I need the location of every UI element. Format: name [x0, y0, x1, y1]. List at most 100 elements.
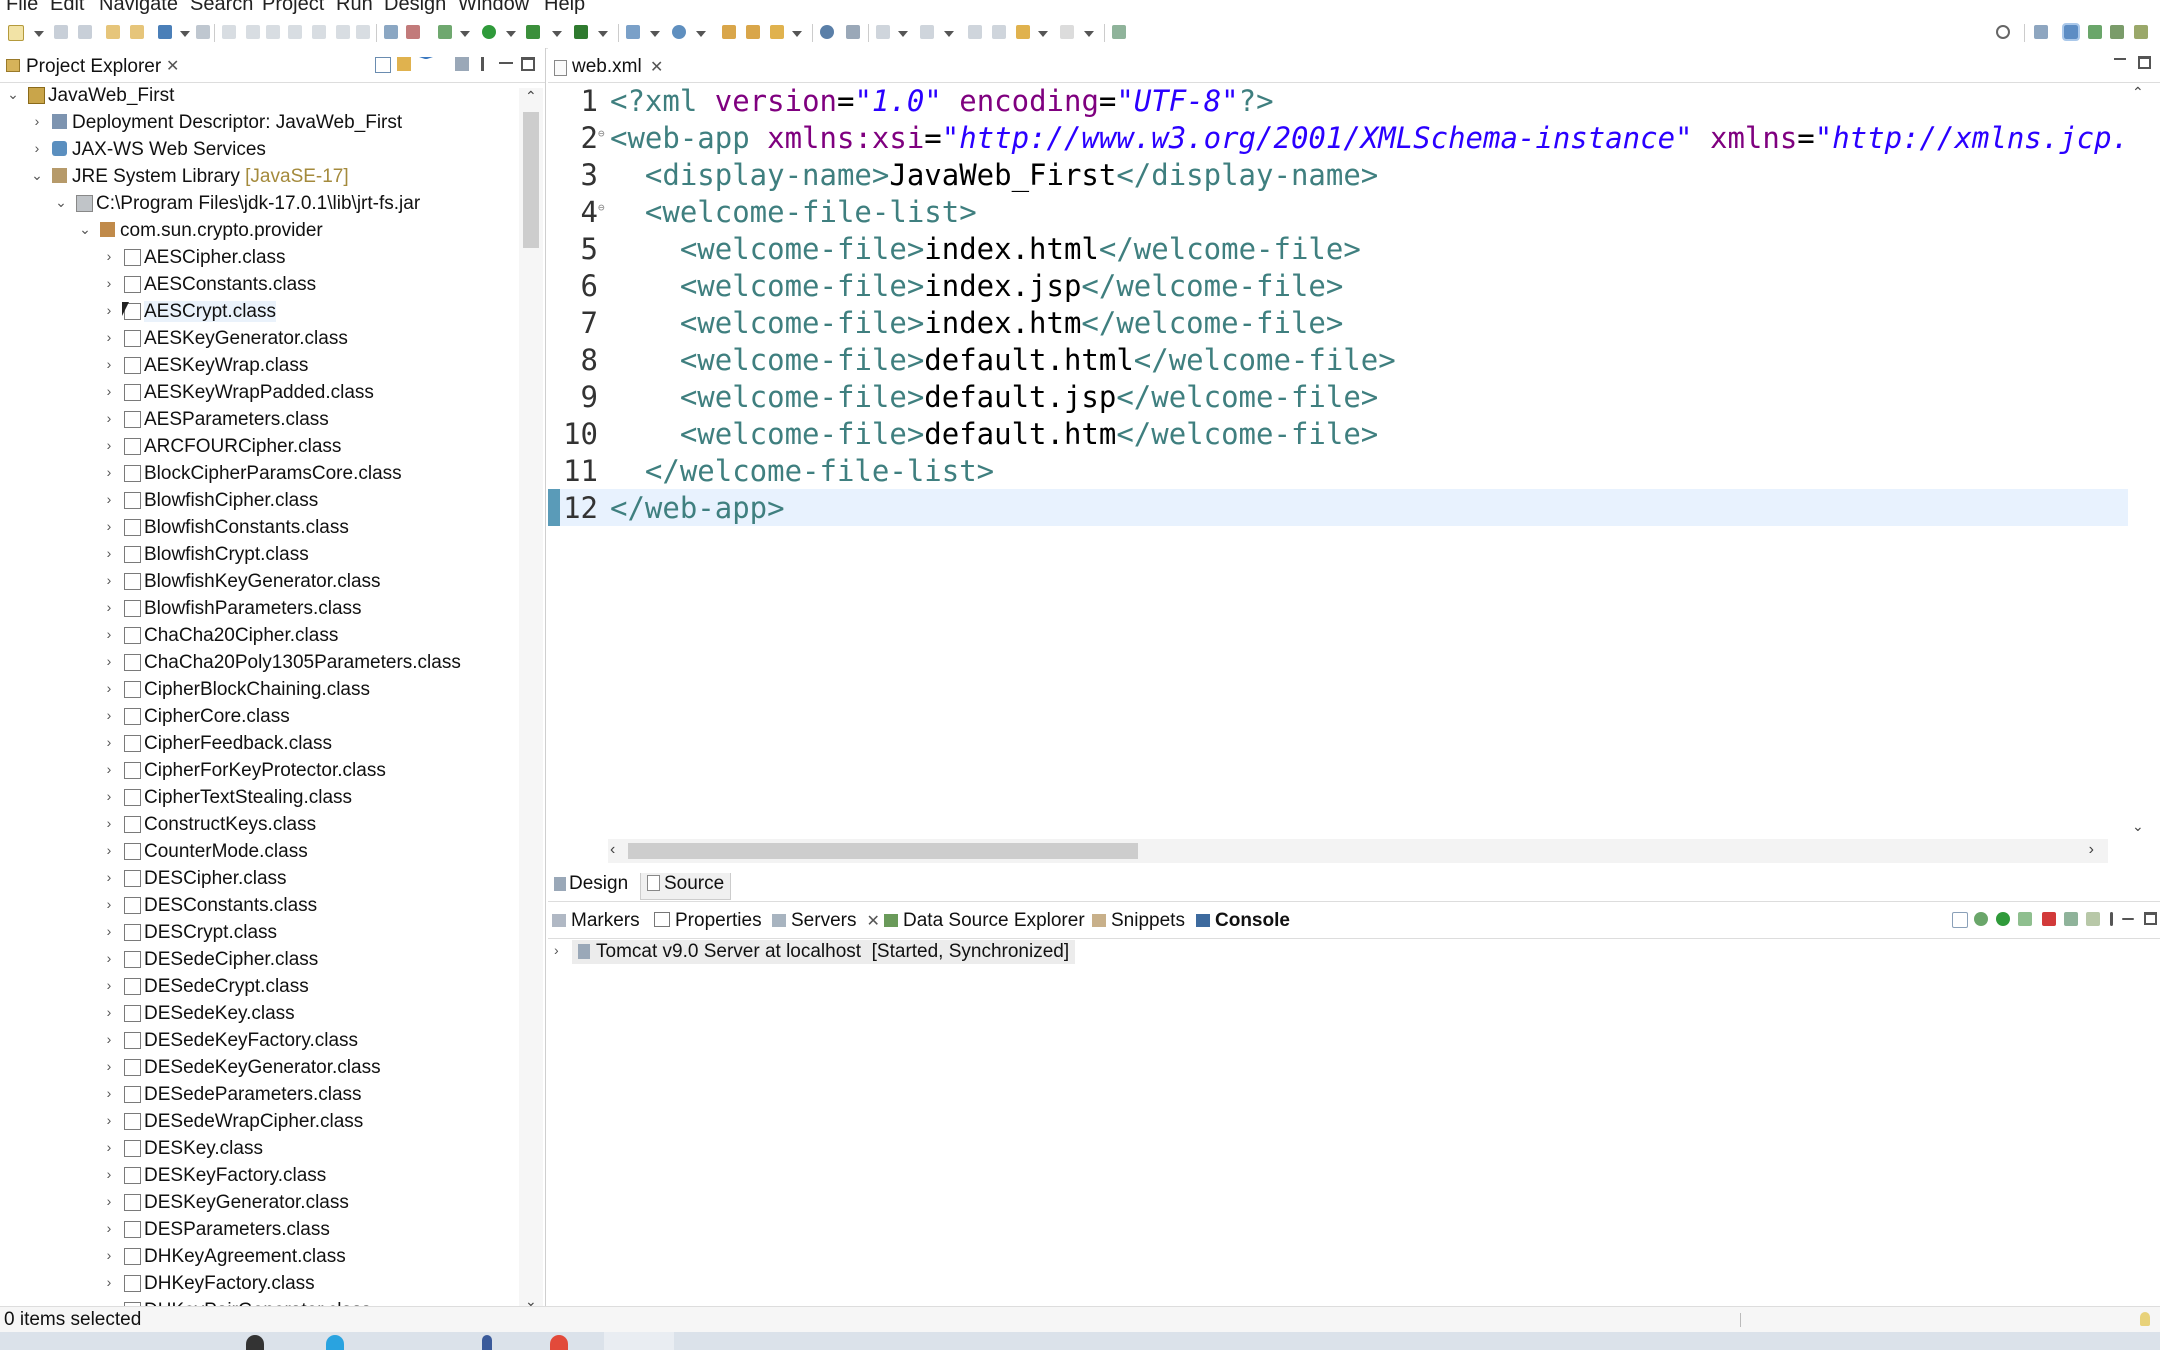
chevron-right-icon[interactable]: ›	[100, 1165, 118, 1183]
scrollbar-thumb[interactable]	[628, 843, 1138, 859]
tree-item[interactable]: › DESedeCrypt.class	[0, 973, 515, 1000]
chevron-right-icon[interactable]: ›	[100, 1246, 118, 1264]
terminal-icon[interactable]	[158, 25, 172, 39]
code-line[interactable]: 12 </web-app>	[548, 489, 2128, 526]
search-web-icon[interactable]	[820, 25, 834, 39]
code-line[interactable]: 7 <welcome-file>index.htm</welcome-file>	[548, 304, 2128, 341]
tree-item[interactable]: › DESedeKeyGenerator.class	[0, 1054, 515, 1081]
step-over-icon[interactable]	[336, 25, 350, 39]
project-tree-scrollbar[interactable]: ⌃ ⌄	[519, 88, 543, 1310]
tab-servers[interactable]: Servers ✕	[772, 910, 880, 936]
tree-item[interactable]: › DESedeParameters.class	[0, 1081, 515, 1108]
tree-item[interactable]: › Deployment Descriptor: JavaWeb_First	[0, 109, 515, 136]
tree-item[interactable]: › BlockCipherParamsCore.class	[0, 460, 515, 487]
chevron-right-icon[interactable]: ›	[100, 463, 118, 481]
taskbar-active-app[interactable]	[604, 1332, 674, 1350]
fold-toggle-icon[interactable]: ⊖	[598, 127, 605, 140]
tree-item[interactable]: › CipherTextStealing.class	[0, 784, 515, 811]
tree-item[interactable]: › AESParameters.class	[0, 406, 515, 433]
external-tools-dropdown-icon[interactable]	[598, 31, 608, 37]
chevron-right-icon[interactable]: ›	[100, 490, 118, 508]
tree-item[interactable]: › DESedeKeyFactory.class	[0, 1027, 515, 1054]
coverage-dropdown-icon[interactable]	[552, 31, 562, 37]
collapse-all-icon[interactable]	[1952, 912, 1968, 928]
chevron-right-icon[interactable]: ›	[100, 1084, 118, 1102]
code-line[interactable]: 3 <display-name>JavaWeb_First</display-n…	[548, 156, 2128, 193]
tree-item[interactable]: ⌄ com.sun.crypto.provider	[0, 217, 515, 244]
tree-item[interactable]: › AESCrypt.class	[0, 298, 515, 325]
disconnect-server-icon[interactable]	[2086, 912, 2100, 926]
tree-item[interactable]: › JAX-WS Web Services	[0, 136, 515, 163]
chevron-down-icon[interactable]: ⌄	[28, 166, 46, 184]
code-line[interactable]: 9 <welcome-file>default.jsp</welcome-fil…	[548, 378, 2128, 415]
editor-horizontal-scrollbar[interactable]: ‹ ›	[608, 839, 2108, 863]
java-ee-perspective-icon[interactable]	[2062, 23, 2080, 41]
tree-item[interactable]: ⌄ JRE System Library [JavaSE-17]	[0, 163, 515, 190]
back-dropdown-icon[interactable]	[1038, 31, 1048, 37]
taskbar-app-icon[interactable]	[550, 1335, 568, 1350]
close-icon[interactable]: ✕	[650, 57, 663, 77]
next-annotation-dropdown-icon[interactable]	[898, 31, 908, 37]
tree-item[interactable]: › DESedeKey.class	[0, 1000, 515, 1027]
debug-perspective-icon[interactable]	[2088, 25, 2102, 39]
filter-icon[interactable]	[419, 57, 433, 69]
tree-item[interactable]: › DESKeyFactory.class	[0, 1162, 515, 1189]
tree-item[interactable]: › CipherForKeyProtector.class	[0, 757, 515, 784]
git-perspective-icon[interactable]	[2134, 25, 2148, 39]
disconnect-icon[interactable]	[288, 25, 302, 39]
tree-item[interactable]: › AESConstants.class	[0, 271, 515, 298]
chevron-right-icon[interactable]: ›	[100, 1030, 118, 1048]
tab-markers[interactable]: Markers	[552, 910, 640, 936]
server-entry[interactable]: Tomcat v9.0 Server at localhost [Started…	[572, 940, 1076, 964]
tree-item[interactable]: › DESCipher.class	[0, 865, 515, 892]
tree-item[interactable]: › DESedeWrapCipher.class	[0, 1108, 515, 1135]
chevron-right-icon[interactable]: ›	[100, 868, 118, 886]
tree-item[interactable]: › DHKeyAgreement.class	[0, 1243, 515, 1270]
tree-item[interactable]: › BlowfishKeyGenerator.class	[0, 568, 515, 595]
external-tools-icon[interactable]	[574, 25, 588, 39]
chevron-right-icon[interactable]: ›	[28, 112, 46, 130]
skip-breakpoints-icon[interactable]	[196, 25, 210, 39]
next-annotation-icon[interactable]	[876, 25, 890, 39]
tree-item[interactable]: › BlowfishConstants.class	[0, 514, 515, 541]
tree-item[interactable]: › DHKeyFactory.class	[0, 1270, 515, 1297]
tree-item[interactable]: › CounterMode.class	[0, 838, 515, 865]
chevron-down-icon[interactable]: ⌄	[52, 193, 70, 211]
code-line[interactable]: 10 <welcome-file>default.htm</welcome-fi…	[548, 415, 2128, 452]
scrollbar-thumb[interactable]	[523, 112, 539, 248]
chevron-right-icon[interactable]: ›	[100, 922, 118, 940]
tree-item[interactable]: › BlowfishCrypt.class	[0, 541, 515, 568]
chevron-right-icon[interactable]: ›	[100, 1273, 118, 1291]
taskbar-app-icon[interactable]	[246, 1335, 264, 1350]
new-web-dropdown-icon[interactable]	[696, 31, 706, 37]
java-perspective-icon[interactable]	[2110, 25, 2124, 39]
taskbar-browser-icon[interactable]	[326, 1335, 344, 1350]
menu-edit[interactable]: Edit	[50, 0, 84, 16]
tab-properties[interactable]: Properties	[654, 910, 762, 936]
chevron-right-icon[interactable]: ›	[100, 1192, 118, 1210]
tree-item[interactable]: ⌄ C:\Program Files\jdk-17.0.1\lib\jrt-fs.…	[0, 190, 515, 217]
step-return-icon[interactable]	[356, 25, 370, 39]
collapse-all-icon[interactable]	[375, 57, 391, 73]
chevron-right-icon[interactable]: ›	[100, 409, 118, 427]
tree-item[interactable]: › DESKey.class	[0, 1135, 515, 1162]
tree-item[interactable]: › CipherBlockChaining.class	[0, 676, 515, 703]
chevron-right-icon[interactable]: ›	[100, 544, 118, 562]
chevron-right-icon[interactable]: ›	[100, 1057, 118, 1075]
chevron-right-icon[interactable]: ›	[100, 274, 118, 292]
new-server-icon[interactable]	[626, 25, 640, 39]
run-dropdown-icon[interactable]	[506, 31, 516, 37]
suspend-icon[interactable]	[246, 25, 260, 39]
chevron-right-icon[interactable]: ›	[100, 706, 118, 724]
toggle-word-wrap-icon[interactable]	[384, 25, 398, 39]
code-area[interactable]: 1 <?xml version="1.0" encoding="UTF-8"?> 2…	[548, 82, 2128, 882]
tree-item[interactable]: › ChaCha20Cipher.class	[0, 622, 515, 649]
new-dropdown-icon[interactable]	[34, 31, 44, 37]
menu-navigate[interactable]: Navigate	[99, 0, 178, 16]
chevron-right-icon[interactable]: ›	[100, 679, 118, 697]
chevron-right-icon[interactable]: ›	[100, 733, 118, 751]
maximize-icon[interactable]	[2144, 912, 2157, 925]
chevron-right-icon[interactable]: ›	[100, 949, 118, 967]
last-edit-2-icon[interactable]	[992, 25, 1006, 39]
task-dropdown-icon[interactable]	[792, 31, 802, 37]
